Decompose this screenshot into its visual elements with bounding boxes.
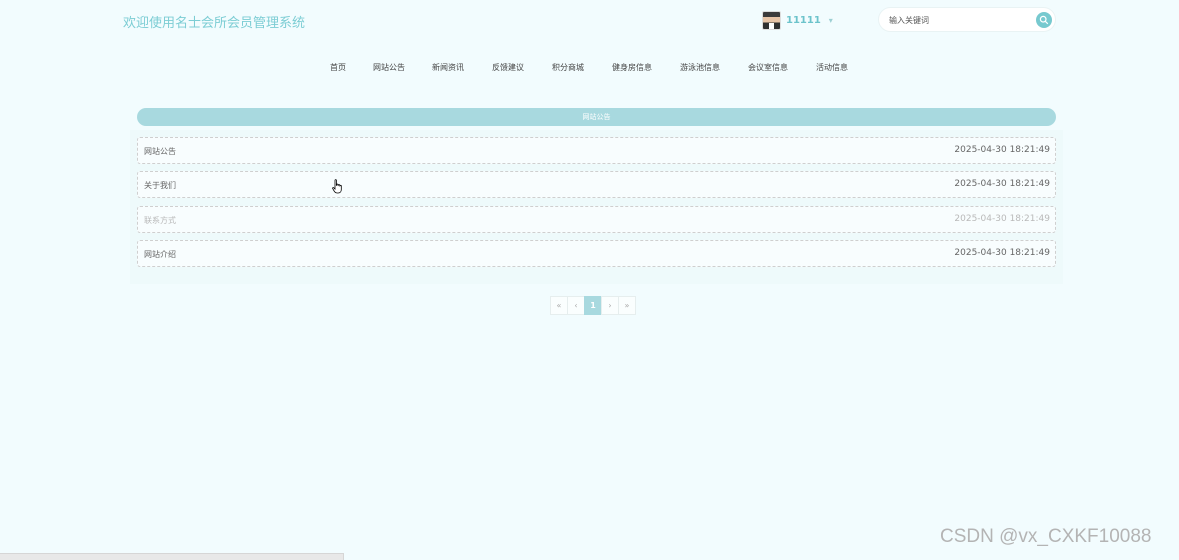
search-box <box>878 7 1056 32</box>
nav-item-news[interactable]: 新闻资讯 <box>432 62 464 73</box>
search-icon <box>1039 15 1049 25</box>
pagination: « ‹ 1 › » <box>550 296 636 315</box>
nav-item-gym[interactable]: 健身房信息 <box>612 62 652 73</box>
list-item-title[interactable]: 联系方式 <box>144 215 176 226</box>
search-button[interactable] <box>1036 12 1052 28</box>
list-item-date: 2025-04-30 18:21:49 <box>954 214 1050 224</box>
list-item[interactable]: 联系方式 2025-04-30 18:21:49 <box>137 206 1056 233</box>
nav-item-points-mall[interactable]: 积分商城 <box>552 62 584 73</box>
first-page-button[interactable]: « <box>550 296 568 315</box>
hand-cursor-icon <box>332 179 342 194</box>
watermark: CSDN @vx_CXKF10088 <box>940 526 1152 547</box>
last-page-button[interactable]: » <box>618 296 636 315</box>
next-page-button[interactable]: › <box>601 296 619 315</box>
list-item[interactable]: 关于我们 2025-04-30 18:21:49 <box>137 171 1056 198</box>
nav-item-meeting-room[interactable]: 会议室信息 <box>748 62 788 73</box>
chevron-down-icon[interactable]: ▾ <box>829 16 833 25</box>
nav-item-pool[interactable]: 游泳池信息 <box>680 62 720 73</box>
list-item[interactable]: 网站公告 2025-04-30 18:21:49 <box>137 137 1056 164</box>
prev-page-button[interactable]: ‹ <box>567 296 585 315</box>
list-item-date: 2025-04-30 18:21:49 <box>954 145 1050 155</box>
site-title: 欢迎使用名士会所会员管理系统 <box>123 16 306 31</box>
avatar[interactable] <box>762 10 781 30</box>
nav-item-events[interactable]: 活动信息 <box>816 62 848 73</box>
nav-item-feedback[interactable]: 反馈建议 <box>492 62 524 73</box>
list-item-title[interactable]: 网站公告 <box>144 146 176 157</box>
search-input[interactable] <box>887 11 1031 30</box>
list-item-date: 2025-04-30 18:21:49 <box>954 248 1050 258</box>
nav-item-announcements[interactable]: 网站公告 <box>373 62 405 73</box>
list-item[interactable]: 网站介绍 2025-04-30 18:21:49 <box>137 240 1056 267</box>
username[interactable]: 11111 <box>786 15 821 26</box>
main-nav: 首页 网站公告 新闻资讯 反馈建议 积分商城 健身房信息 游泳池信息 会议室信息… <box>0 62 1179 76</box>
list-item-title[interactable]: 关于我们 <box>144 180 176 191</box>
user-menu[interactable]: 11111 ▾ <box>762 10 833 30</box>
nav-item-home[interactable]: 首页 <box>330 62 346 73</box>
list-item-title[interactable]: 网站介绍 <box>144 249 176 260</box>
list-item-date: 2025-04-30 18:21:49 <box>954 179 1050 189</box>
current-page-button[interactable]: 1 <box>584 296 602 315</box>
section-title-banner: 网站公告 <box>137 108 1056 126</box>
